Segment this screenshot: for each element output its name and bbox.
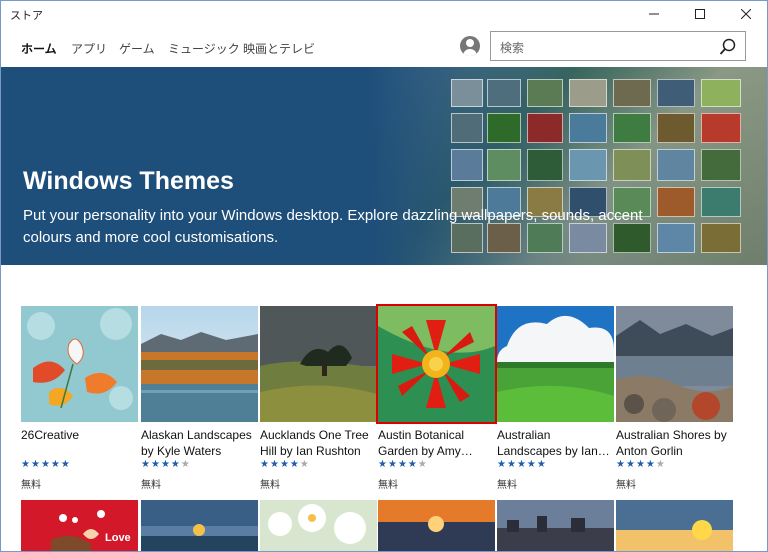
theme-thumbnail[interactable] — [260, 306, 377, 422]
price-label: 無料 — [21, 480, 41, 491]
price-label: 無料 — [141, 480, 161, 491]
theme-thumbnail[interactable]: Love — [21, 500, 138, 551]
price-label: 無料 — [616, 480, 636, 491]
tab-movies-tv[interactable]: 映画とテレビ — [243, 40, 315, 57]
theme-card[interactable]: Aucklands One Tree Hill by Ian Rushton ★… — [260, 306, 377, 496]
rating-stars: ★ ★ ★ ★ ★ — [378, 459, 427, 470]
user-icon[interactable] — [460, 36, 480, 56]
top-navigation: ホーム アプリ ゲーム ミュージック 映画とテレビ 検索 — [1, 27, 767, 67]
maximize-icon — [695, 9, 705, 19]
rating-stars: ★ ★ ★ ★ ★ — [21, 459, 70, 470]
tab-apps[interactable]: アプリ — [71, 40, 107, 57]
theme-thumbnail[interactable] — [141, 306, 258, 422]
theme-thumbnail[interactable] — [616, 500, 733, 551]
theme-thumbnail[interactable] — [497, 306, 614, 422]
store-window: ストア ホーム アプリ ゲーム ミュージック 映画とテレビ 検索 Windows… — [0, 0, 768, 552]
hero-subtitle: Put your personality into your Windows d… — [23, 207, 643, 246]
close-button[interactable] — [723, 1, 767, 27]
theme-thumbnail[interactable] — [260, 500, 377, 551]
maximize-button[interactable] — [677, 1, 723, 27]
theme-thumbnail[interactable] — [21, 306, 138, 422]
rating-stars: ★ ★ ★ ★ ★ — [260, 459, 309, 470]
theme-title[interactable]: Australian Landscapes by Ian… — [497, 427, 614, 459]
price-label: 無料 — [497, 480, 517, 491]
minimize-button[interactable] — [631, 1, 677, 27]
theme-title[interactable]: 26Creative — [21, 427, 138, 443]
minimize-icon — [649, 13, 659, 15]
theme-thumbnail[interactable] — [497, 500, 614, 551]
theme-title[interactable]: Austin Botanical Garden by Amy… — [378, 427, 495, 459]
theme-thumbnail[interactable] — [378, 500, 495, 551]
search-icon — [719, 38, 736, 55]
theme-card[interactable]: Alaskan Landscapes by Kyle Waters ★ ★ ★ ★ ★ … — [141, 306, 258, 496]
theme-grid-row-2: Love — [21, 500, 741, 551]
rating-stars: ★ ★ ★ ★ ★ — [141, 459, 190, 470]
love-text: Love — [105, 532, 131, 544]
title-bar: ストア — [1, 1, 767, 27]
theme-grid: 26Creative ★ ★ ★ ★ ★ 無料 Alaskan Landscapes b… — [21, 304, 741, 506]
theme-title[interactable]: Aucklands One Tree Hill by Ian Rushton — [260, 427, 377, 459]
theme-thumbnail[interactable] — [376, 304, 497, 424]
search-box[interactable]: 検索 — [490, 31, 746, 61]
rating-stars: ★ ★ ★ ★ ★ — [616, 459, 665, 470]
search-input[interactable]: 検索 — [500, 39, 524, 56]
price-label: 無料 — [260, 480, 280, 491]
theme-card[interactable]: Australian Shores by Anton Gorlin ★ ★ ★ ★ ★ … — [616, 306, 733, 496]
theme-title[interactable]: Alaskan Landscapes by Kyle Waters — [141, 427, 258, 459]
theme-card[interactable]: 26Creative ★ ★ ★ ★ ★ 無料 — [21, 306, 138, 496]
rating-stars: ★ ★ ★ ★ ★ — [497, 459, 546, 470]
theme-title[interactable]: Australian Shores by Anton Gorlin — [616, 427, 733, 459]
theme-thumbnail[interactable] — [141, 500, 258, 551]
close-icon — [741, 9, 751, 19]
window-title: ストア — [10, 9, 43, 22]
tab-home[interactable]: ホーム — [21, 40, 57, 57]
theme-card[interactable]: Austin Botanical Garden by Amy… ★ ★ ★ ★ ★ 無料 — [376, 304, 497, 496]
theme-thumbnail[interactable] — [616, 306, 733, 422]
price-label: 無料 — [378, 480, 398, 491]
tab-music[interactable]: ミュージック — [168, 40, 240, 57]
hero-title: Windows Themes — [23, 167, 234, 195]
theme-card[interactable]: Australian Landscapes by Ian… ★ ★ ★ ★ ★ 無料 — [497, 306, 614, 496]
hero-banner[interactable]: Windows Themes Put your personality into… — [1, 67, 767, 265]
tab-games[interactable]: ゲーム — [119, 40, 155, 57]
